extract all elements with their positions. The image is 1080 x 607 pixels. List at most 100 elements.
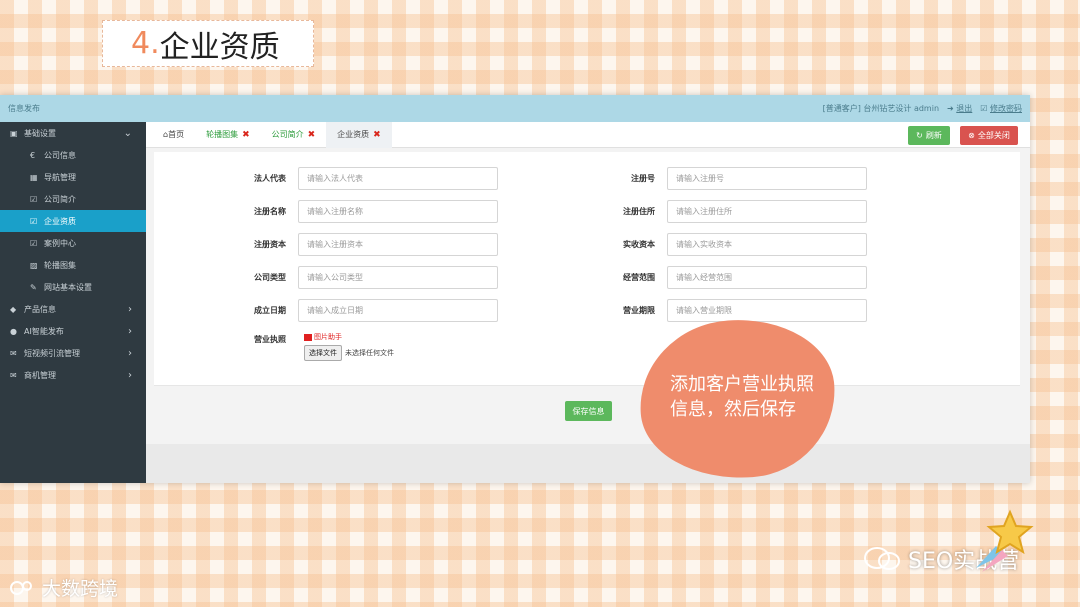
euro-icon: €: [30, 150, 36, 160]
grid-icon: ▦: [30, 172, 38, 182]
refresh-label: 刷新: [925, 131, 942, 140]
logo-icon: [10, 580, 32, 595]
company-type-input[interactable]: [298, 266, 498, 289]
reg-capital-input[interactable]: [298, 233, 498, 256]
form-row: 法人代表: [226, 167, 498, 190]
image-icon: [304, 333, 312, 341]
mail-icon: ✉: [10, 370, 17, 380]
sidebar-item-carousel[interactable]: ▨ 轮播图集: [0, 254, 146, 276]
sidebar-item-label: 导航管理: [44, 172, 76, 182]
form-row: 注册号: [595, 167, 867, 190]
field-label: 法人代表: [254, 174, 286, 183]
field-label: 成立日期: [254, 306, 286, 315]
sidebar-item-label: 公司简介: [44, 194, 76, 204]
tab-bar: ⌂ 首页 轮播图集 ✖ 公司简介 ✖ 企业资质 ✖ ↻ 刷新 ⊗ 全部关闭: [146, 121, 1030, 148]
sidebar-group-video[interactable]: ✉ 短视频引流管理 ›: [0, 342, 146, 364]
business-scope-input[interactable]: [667, 266, 867, 289]
close-all-label: 全部关闭: [977, 131, 1010, 140]
sidebar-group-products[interactable]: ◆ 产品信息 ›: [0, 298, 146, 320]
field-label: 营业执照: [254, 335, 286, 344]
watermark-left-text: 大数跨境: [42, 578, 119, 600]
sidebar-item-qualification[interactable]: ☑ 企业资质: [0, 210, 146, 232]
close-circle-icon: ⊗: [968, 131, 975, 140]
close-icon[interactable]: ✖: [242, 130, 250, 140]
app-title: 信息发布: [8, 104, 40, 113]
sidebar-group-ai-publish[interactable]: ● AI智能发布 ›: [0, 320, 146, 342]
form-row: 公司类型: [226, 266, 498, 289]
slide-number: 4.: [131, 26, 160, 61]
reg-address-input[interactable]: [667, 200, 867, 223]
chevron-right-icon: ›: [128, 325, 132, 337]
refresh-button[interactable]: ↻ 刷新: [908, 126, 950, 145]
top-bar: 信息发布 [普通客户] 台州钻艺设计 admin ➜ 退出 ☑ 修改密码: [0, 95, 1030, 122]
form-row: 经营范围: [595, 266, 867, 289]
sidebar-group-leads[interactable]: ✉ 商机管理 ›: [0, 364, 146, 386]
field-label: 注册资本: [254, 240, 286, 249]
tag-icon: ◆: [10, 304, 17, 314]
field-label: 公司类型: [254, 273, 286, 282]
chevron-right-icon: ›: [128, 347, 132, 359]
monitor-icon: ▣: [10, 128, 18, 138]
change-password-label: 修改密码: [990, 104, 1022, 113]
chevron-down-icon: ⌄: [123, 127, 132, 139]
image-icon: ▨: [30, 260, 38, 270]
close-icon[interactable]: ✖: [373, 130, 381, 140]
sidebar-item-label: 轮播图集: [44, 260, 76, 270]
form-row: 注册住所: [595, 200, 867, 223]
sidebar-group-label: 短视频引流管理: [24, 348, 80, 358]
founded-date-input[interactable]: [298, 299, 498, 322]
tab-label: 公司简介: [271, 130, 304, 139]
field-label: 注册住所: [623, 207, 655, 216]
sidebar-item-company-info[interactable]: € 公司信息: [0, 144, 146, 166]
tab-label: 首页: [168, 130, 185, 139]
sidebar-group-basic-settings[interactable]: ▣ 基础设置 ⌄: [0, 122, 146, 144]
reg-name-input[interactable]: [298, 200, 498, 223]
sidebar-item-site-settings[interactable]: ✎ 网站基本设置: [0, 276, 146, 298]
admin-window: 信息发布 [普通客户] 台州钻艺设计 admin ➜ 退出 ☑ 修改密码 ▣ 基…: [0, 95, 1030, 483]
no-file-text: 未选择任何文件: [345, 349, 394, 357]
sidebar-group-label: AI智能发布: [24, 326, 64, 336]
field-label: 经营范围: [623, 273, 655, 282]
sidebar-item-label: 案例中心: [44, 238, 76, 248]
pencil-icon: ✎: [30, 282, 37, 292]
form-row: 营业期限: [595, 299, 867, 322]
callout-text: 添加客户营业执照信息，然后保存: [670, 374, 814, 420]
logout-icon: ➜: [947, 104, 954, 113]
edit-icon: ☑: [980, 104, 988, 113]
image-helper-link[interactable]: 图片助手: [304, 332, 394, 342]
tab-qualification[interactable]: 企业资质 ✖: [326, 121, 392, 148]
field-label: 营业期限: [623, 306, 655, 315]
slide-title: 4. 企业资质: [102, 20, 314, 67]
sidebar-item-cases[interactable]: ☑ 案例中心: [0, 232, 146, 254]
business-term-input[interactable]: [667, 299, 867, 322]
edit-icon: ☑: [30, 216, 38, 226]
edit-icon: ☑: [30, 194, 38, 204]
sidebar-item-label: 公司信息: [44, 150, 76, 160]
logout-label: 退出: [956, 104, 973, 113]
wechat-icon: [864, 547, 900, 570]
tab-carousel[interactable]: 轮播图集 ✖: [195, 122, 261, 148]
logout-link[interactable]: ➜ 退出: [947, 103, 972, 114]
tab-company-intro[interactable]: 公司简介 ✖: [261, 122, 327, 148]
legal-rep-input[interactable]: [298, 167, 498, 190]
close-icon[interactable]: ✖: [308, 130, 316, 140]
reg-number-input[interactable]: [667, 167, 867, 190]
sidebar-group-label: 基础设置: [24, 128, 56, 138]
watermark-left: 大数跨境: [10, 574, 118, 601]
qualification-form: 法人代表 注册名称 注册资本 公司类型 成立日期 营业执照: [154, 152, 1020, 386]
choose-file-button[interactable]: 选择文件: [304, 345, 342, 361]
form-row: 注册名称: [226, 200, 498, 223]
paid-capital-input[interactable]: [667, 233, 867, 256]
sidebar-item-navigation[interactable]: ▦ 导航管理: [0, 166, 146, 188]
save-button[interactable]: 保存信息: [565, 401, 612, 421]
change-password-link[interactable]: ☑ 修改密码: [980, 103, 1022, 114]
tab-home[interactable]: ⌂ 首页: [152, 122, 195, 148]
sidebar-item-company-intro[interactable]: ☑ 公司简介: [0, 188, 146, 210]
main-content: ⌂ 首页 轮播图集 ✖ 公司简介 ✖ 企业资质 ✖ ↻ 刷新 ⊗ 全部关闭 法人…: [146, 121, 1030, 483]
close-all-button[interactable]: ⊗ 全部关闭: [960, 126, 1018, 145]
form-row: 成立日期: [226, 299, 498, 322]
upload-hint-label: 图片助手: [314, 333, 342, 341]
refresh-icon: ↻: [916, 131, 923, 140]
edit-icon: ☑: [30, 238, 38, 248]
star-icon: [976, 509, 1034, 572]
